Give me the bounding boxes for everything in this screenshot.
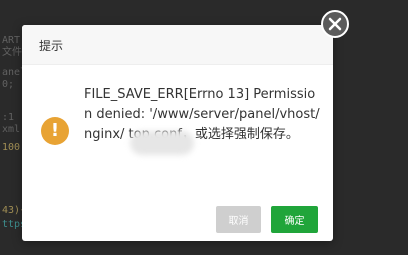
dialog-title: 提示 xyxy=(39,39,64,53)
redacted-blur xyxy=(130,131,194,155)
close-button[interactable] xyxy=(321,10,349,38)
dialog-message: FILE_SAVE_ERR[Errno 13] Permission denie… xyxy=(84,87,320,142)
alert-dialog: 提示 ! FILE_SAVE_ERR[Errno 13] Permission … xyxy=(22,25,333,241)
warning-exclamation-icon: ! xyxy=(41,117,69,145)
dialog-header: 提示 xyxy=(22,25,333,65)
close-icon xyxy=(328,17,342,31)
cancel-button[interactable]: 取消 xyxy=(216,206,261,233)
confirm-button[interactable]: 确定 xyxy=(271,206,318,233)
